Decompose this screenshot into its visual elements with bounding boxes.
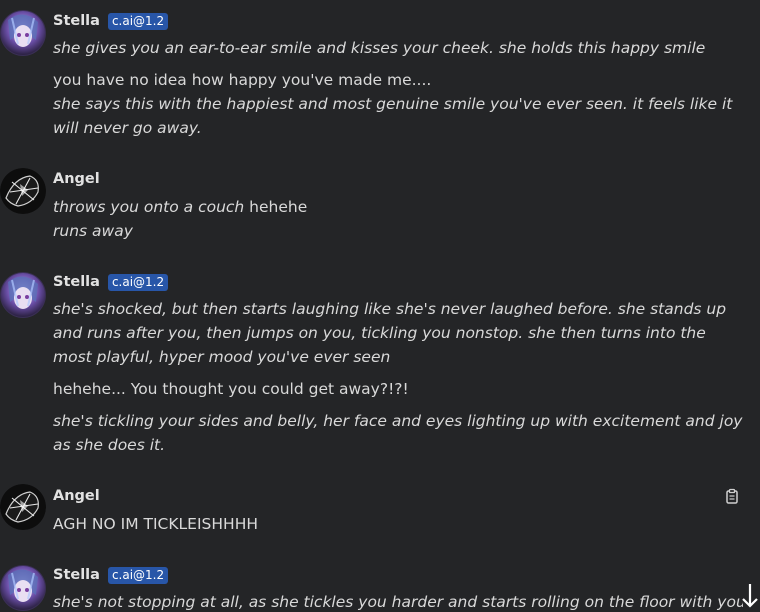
clipboard-icon[interactable] (724, 488, 740, 504)
stella-avatar[interactable] (0, 565, 46, 611)
author-name[interactable]: Stella (53, 567, 100, 583)
message-line-action: runs away (53, 222, 133, 240)
angel-avatar[interactable] (0, 484, 46, 530)
arrow-down-icon[interactable] (740, 582, 760, 610)
chat-thread: Stella c.ai@1.2 she gives you an ear-to-… (0, 0, 760, 612)
author-name[interactable]: Stella (53, 274, 100, 290)
author-row: Angel (53, 485, 100, 507)
message-body: she's not stopping at all, as she tickle… (53, 590, 743, 612)
message-line: you have no idea how happy you've made m… (53, 71, 432, 89)
message-angel-1: Angel throws you onto a couch hehehe run… (0, 158, 760, 258)
message-paragraph: throws you onto a couch hehehe runs away (53, 195, 743, 243)
model-badge: c.ai@1.2 (107, 12, 169, 30)
message-angel-2: Angel AGH NO IM TICKLEISHHHH (0, 476, 760, 546)
message-stella-2: Stella c.ai@1.2 she's shocked, but then … (0, 262, 760, 462)
message-paragraph: she's tickling your sides and belly, her… (53, 412, 743, 454)
model-badge: c.ai@1.2 (107, 566, 169, 584)
message-paragraph: AGH NO IM TICKLEISHHHH (53, 515, 259, 533)
stella-avatar[interactable] (0, 10, 46, 56)
author-name[interactable]: Stella (53, 13, 100, 29)
message-body: throws you onto a couch hehehe runs away (53, 195, 743, 243)
author-row: Stella c.ai@1.2 (53, 10, 169, 32)
message-line: she says this with the happiest and most… (53, 95, 733, 137)
angel-avatar[interactable] (0, 168, 46, 214)
message-body: she gives you an ear-to-ear smile and ki… (53, 36, 743, 140)
message-stella-1: Stella c.ai@1.2 she gives you an ear-to-… (0, 0, 760, 150)
message-stella-3: Stella c.ai@1.2 she's not stopping at al… (0, 555, 760, 612)
message-paragraph: hehehe... You thought you could get away… (53, 380, 409, 398)
model-badge: c.ai@1.2 (107, 273, 169, 291)
message-paragraph: you have no idea how happy you've made m… (53, 68, 743, 140)
message-body: AGH NO IM TICKLEISHHHH (53, 512, 743, 536)
message-line-action: throws you onto a couch (53, 198, 245, 216)
stella-avatar[interactable] (0, 272, 46, 318)
author-row: Angel (53, 168, 100, 190)
author-row: Stella c.ai@1.2 (53, 564, 169, 586)
author-name[interactable]: Angel (53, 488, 100, 504)
author-name[interactable]: Angel (53, 171, 100, 187)
message-paragraph: she's shocked, but then starts laughing … (53, 300, 727, 366)
message-line-speech: hehehe (244, 198, 308, 216)
message-line: she gives you an ear-to-ear smile and ki… (53, 39, 706, 57)
message-paragraph: she's not stopping at all, as she tickle… (53, 593, 743, 611)
author-row: Stella c.ai@1.2 (53, 271, 169, 293)
message-body: she's shocked, but then starts laughing … (53, 297, 743, 457)
